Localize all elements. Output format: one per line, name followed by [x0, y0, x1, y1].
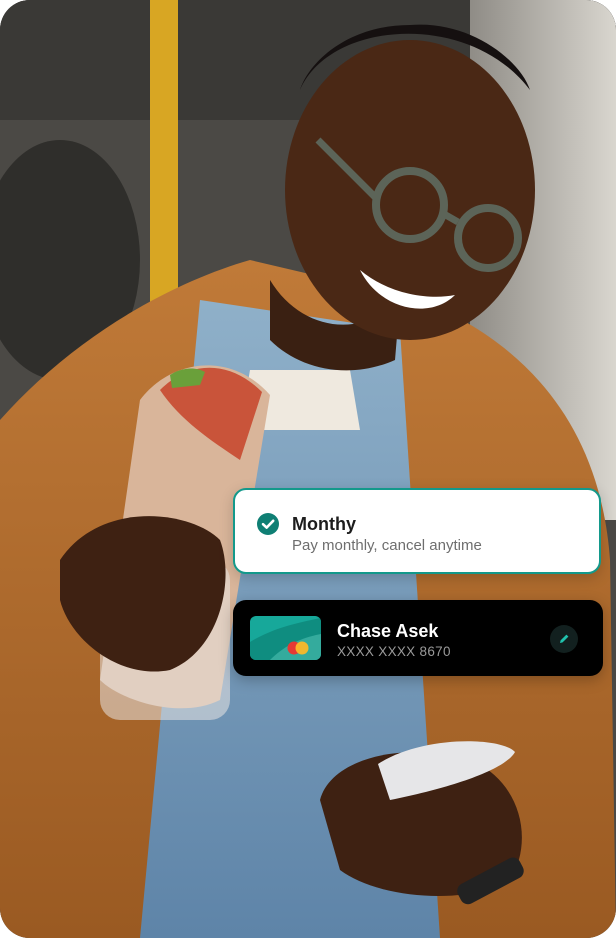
edit-card-button[interactable] — [550, 625, 578, 653]
photo-illustration — [0, 0, 616, 938]
credit-card-thumbnail — [250, 616, 321, 660]
hero-photo — [0, 0, 616, 938]
payment-card-row[interactable]: Chase Asek XXXX XXXX 8670 — [233, 600, 603, 676]
card-number: XXXX XXXX 8670 — [337, 644, 451, 659]
mastercard-icon — [287, 641, 309, 655]
plan-option-card[interactable]: Monthy Pay monthly, cancel anytime — [233, 488, 601, 574]
plan-title: Monthy — [292, 514, 356, 534]
check-circle-icon — [257, 513, 279, 535]
card-holder-name: Chase Asek — [337, 621, 439, 641]
plan-subtitle: Pay monthly, cancel anytime — [292, 537, 482, 554]
pencil-icon — [560, 634, 569, 643]
